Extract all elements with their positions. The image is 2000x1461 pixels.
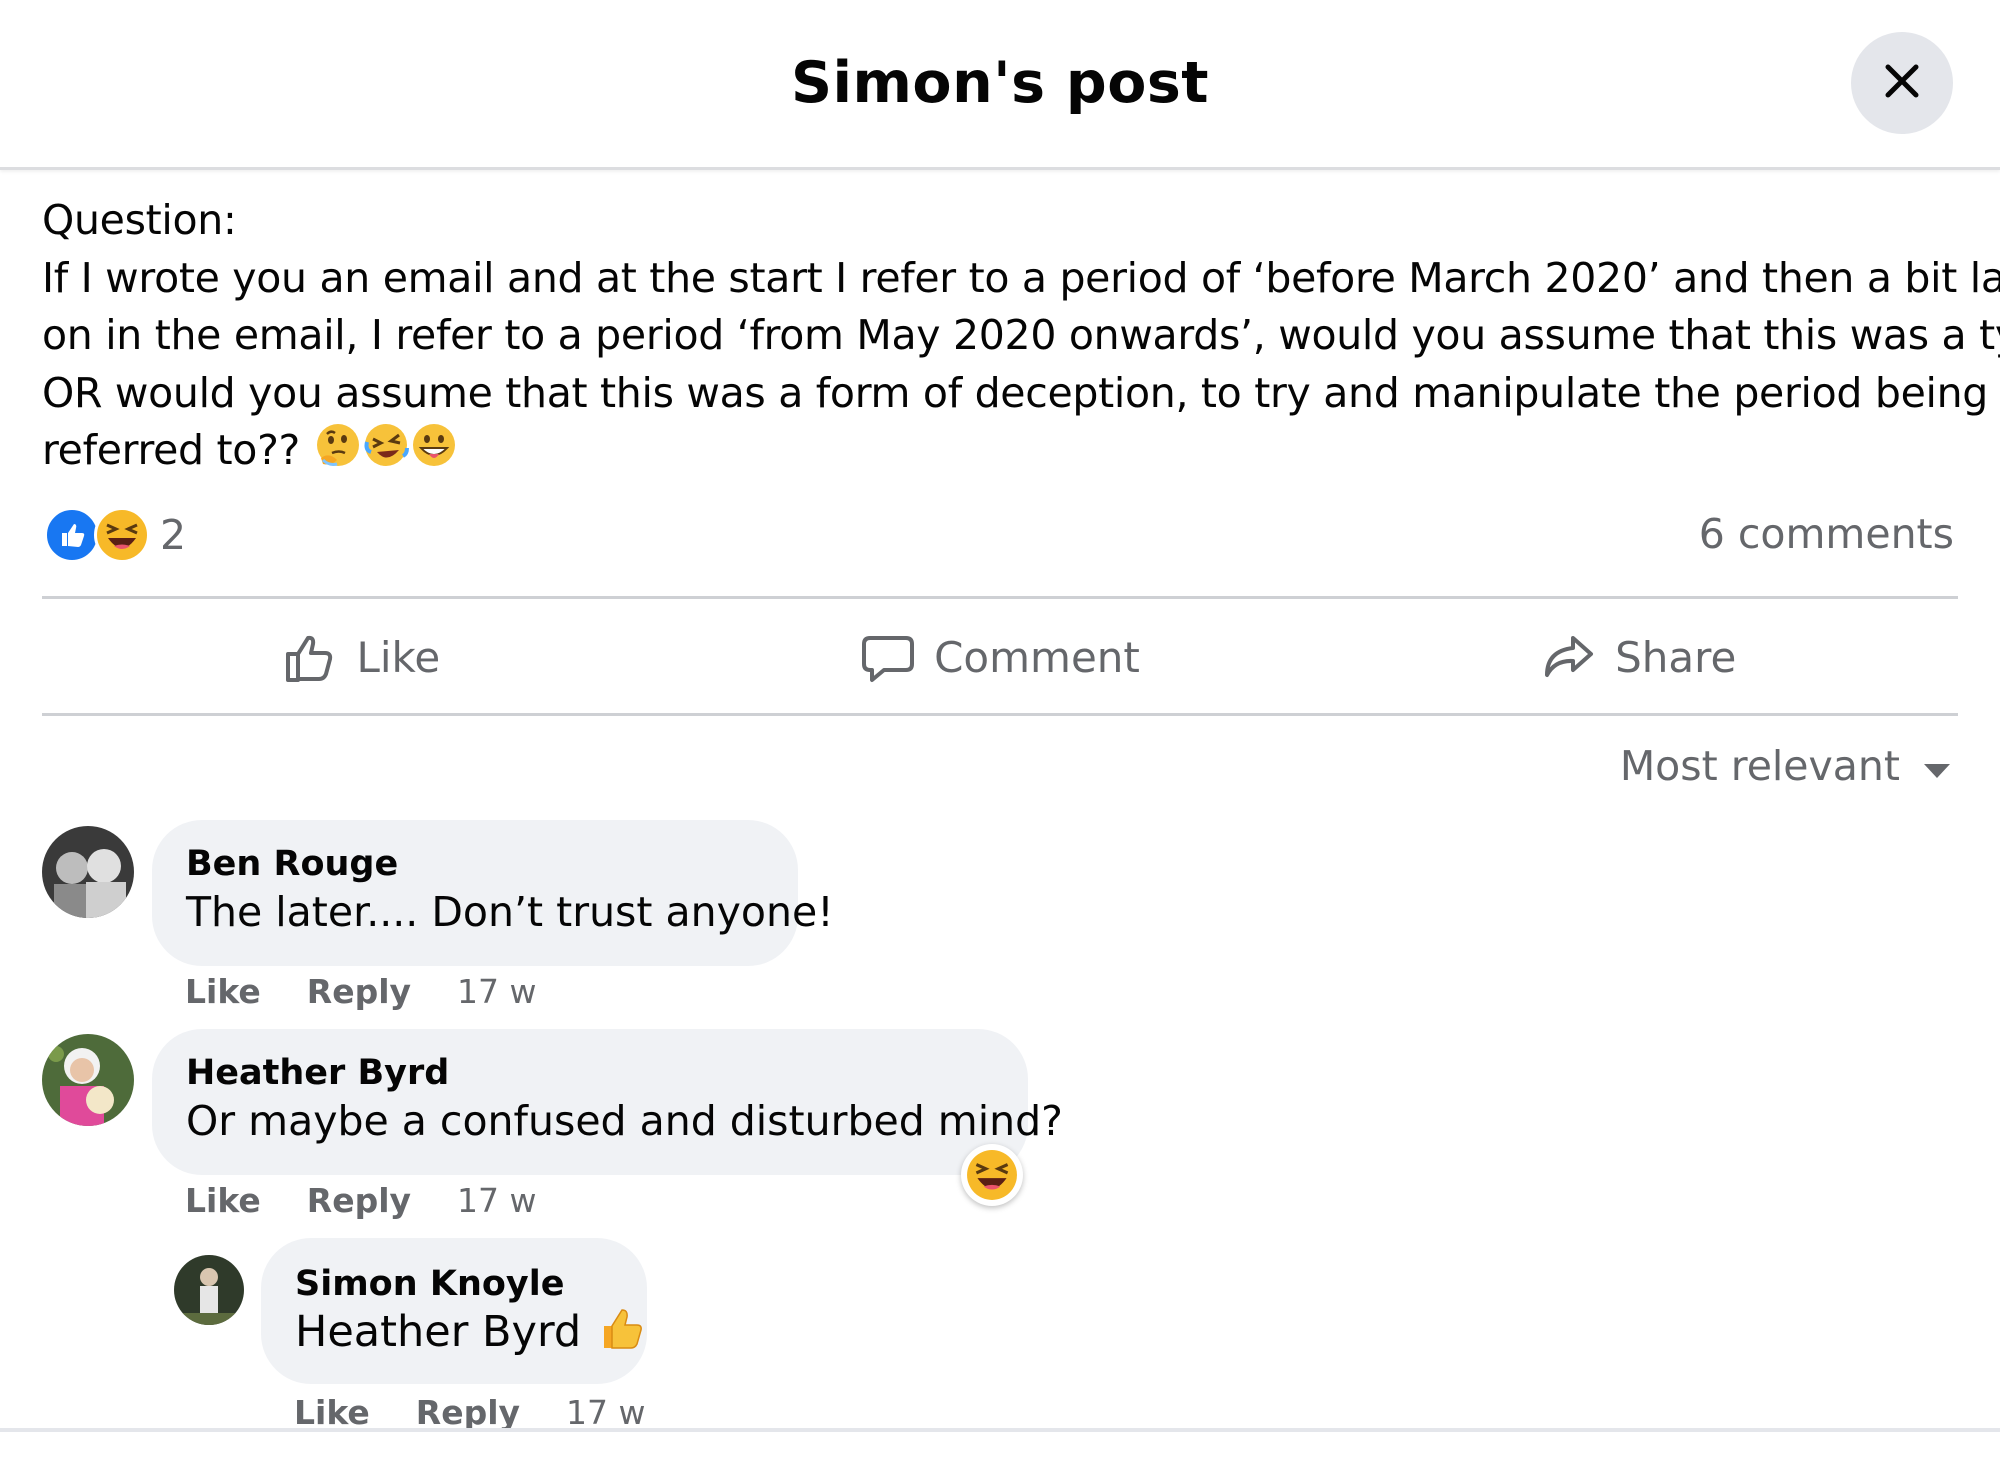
- post-text-line: on in the email, I refer to a period ‘fr…: [42, 311, 2000, 359]
- divider: [42, 713, 1958, 716]
- like-button[interactable]: Like: [42, 600, 681, 715]
- sort-label: Most relevant: [1619, 742, 1900, 790]
- grinning-tongue-emoji: [411, 422, 457, 484]
- comment-author-link[interactable]: Simon Knoyle: [295, 1262, 613, 1306]
- comment-bubble: Simon Knoyle Heather Byrd: [261, 1238, 647, 1384]
- comment-text: Or maybe a confused and disturbed mind?: [186, 1097, 1063, 1145]
- share-button[interactable]: Share: [1319, 600, 1958, 715]
- divider: [42, 596, 1958, 599]
- comment-reply-button[interactable]: Reply: [307, 972, 411, 1011]
- thumbs-up-icon: [282, 630, 338, 686]
- comment-timestamp[interactable]: 17 w: [457, 972, 536, 1011]
- comment-like-button[interactable]: Like: [185, 1181, 261, 1220]
- thumbs-up-emoji: [600, 1306, 644, 1364]
- comment-reply-button[interactable]: Reply: [307, 1181, 411, 1220]
- post-text-line: If I wrote you an email and at the start…: [42, 253, 2000, 302]
- comment-sort-dropdown[interactable]: Most relevant: [1620, 742, 1952, 790]
- comment-label: Comment: [934, 633, 1140, 682]
- haha-reaction-icon[interactable]: [961, 1144, 1023, 1206]
- comment-like-button[interactable]: Like: [185, 972, 261, 1011]
- post-body: Question: If I wrote you an email and at…: [42, 192, 2000, 484]
- dialog-header: Simon's post: [0, 0, 2000, 170]
- post-text-last-line: referred to??: [42, 422, 1962, 484]
- comment-reply-button[interactable]: Reply: [416, 1393, 520, 1432]
- mention-link[interactable]: Heather Byrd: [295, 1307, 581, 1357]
- post-text-line: OR would you assume that this was a form…: [42, 368, 1989, 417]
- like-reaction-icon: [44, 507, 100, 563]
- share-label: Share: [1615, 633, 1737, 682]
- comment-button[interactable]: Comment: [681, 600, 1320, 715]
- avatar[interactable]: [42, 826, 134, 918]
- close-button[interactable]: [1851, 32, 1953, 134]
- close-icon: [1882, 61, 1922, 106]
- comment-timestamp[interactable]: 17 w: [457, 1181, 536, 1220]
- comment-timestamp[interactable]: 17 w: [566, 1393, 645, 1432]
- comment-bubble: Heather Byrd Or maybe a confused and dis…: [152, 1029, 1063, 1175]
- comment-text: The later.... Don’t trust anyone!: [186, 888, 834, 936]
- comment-meta: Like Reply 17 w: [185, 1181, 537, 1220]
- comment-bubble-icon: [860, 630, 916, 686]
- haha-reaction-icon: [94, 507, 150, 563]
- avatar[interactable]: [42, 1034, 134, 1126]
- reaction-count: 2: [160, 511, 187, 559]
- post-action-bar: Like Comment Share: [42, 600, 1958, 715]
- caret-down-icon: [1922, 742, 1952, 790]
- reaction-summary[interactable]: 2: [44, 505, 186, 565]
- comment-like-button[interactable]: Like: [294, 1393, 370, 1432]
- post-text-line: Question:: [42, 196, 237, 244]
- comment-meta: Like Reply 17 w: [294, 1393, 646, 1432]
- thinking-face-emoji: [315, 422, 361, 484]
- share-arrow-icon: [1541, 630, 1597, 686]
- dialog-title: Simon's post: [790, 50, 1210, 116]
- comment-author-link[interactable]: Heather Byrd: [186, 1051, 994, 1095]
- comments-count-link[interactable]: 6 comments: [1699, 510, 1954, 558]
- comment-author-link[interactable]: Ben Rouge: [186, 842, 764, 886]
- avatar[interactable]: [174, 1255, 244, 1325]
- comment-bubble: Ben Rouge The later.... Don’t trust anyo…: [152, 820, 834, 966]
- post-text-line: referred to??: [42, 426, 300, 474]
- comment-text-row: Heather Byrd: [295, 1306, 643, 1364]
- comment-meta: Like Reply 17 w: [185, 972, 537, 1011]
- dialog-bottom-edge: [0, 1428, 2000, 1432]
- like-label: Like: [356, 633, 441, 682]
- rolling-laughing-emoji: [363, 422, 409, 484]
